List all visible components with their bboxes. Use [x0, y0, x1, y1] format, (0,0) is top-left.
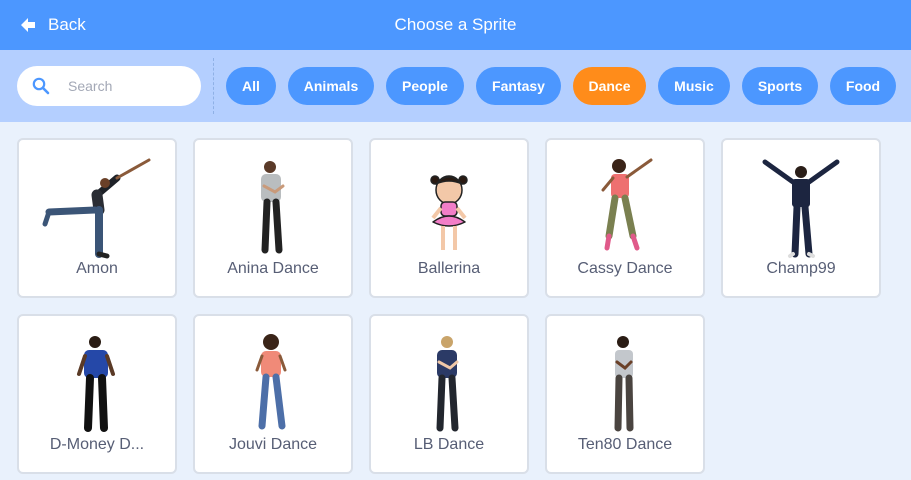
- sprite-name: Ballerina: [417, 260, 481, 277]
- tag-food[interactable]: Food: [830, 67, 896, 105]
- sprite-grid: Amon Anina Dance Ballerina Cassy Dance C…: [17, 138, 881, 474]
- back-button[interactable]: Back: [18, 0, 86, 50]
- search-box[interactable]: [17, 66, 201, 106]
- sprite-card-ten80-dance[interactable]: Ten80 Dance: [545, 314, 705, 474]
- filter-bar: All Animals People Fantasy Dance Music S…: [0, 50, 911, 122]
- tag-all[interactable]: All: [226, 67, 276, 105]
- tag-sports[interactable]: Sports: [742, 67, 818, 105]
- modal-title: Choose a Sprite: [394, 15, 517, 34]
- sprite-card-amon[interactable]: Amon: [17, 138, 177, 298]
- search-icon: [32, 77, 50, 95]
- back-arrow-icon: [21, 18, 35, 32]
- sprite-name: LB Dance: [413, 436, 485, 453]
- sprite-card-champ99[interactable]: Champ99: [721, 138, 881, 298]
- sprite-thumbnail: [762, 159, 840, 258]
- sprite-name: Champ99: [766, 260, 836, 277]
- sprite-name: Ten80 Dance: [577, 436, 673, 453]
- sprite-card-ballerina[interactable]: Ballerina: [369, 138, 529, 298]
- tag-people[interactable]: People: [386, 67, 464, 105]
- sprite-card-jouvi-dance[interactable]: Jouvi Dance: [193, 314, 353, 474]
- tag-music[interactable]: Music: [658, 67, 730, 105]
- sprite-thumbnail: [261, 161, 285, 254]
- search-input[interactable]: [68, 78, 188, 94]
- sprite-thumbnail: [77, 336, 115, 432]
- sprite-name: D-Money D...: [49, 436, 145, 453]
- sprite-card-d-money-dance[interactable]: D-Money D...: [17, 314, 177, 474]
- sprite-card-cassy-dance[interactable]: Cassy Dance: [545, 138, 705, 298]
- sprite-card-lb-dance[interactable]: LB Dance: [369, 314, 529, 474]
- modal-header: Back Choose a Sprite: [0, 0, 911, 50]
- tag-fantasy[interactable]: Fantasy: [476, 67, 561, 105]
- sprite-thumbnail: [614, 336, 634, 432]
- sprite-name: Anina Dance: [227, 260, 319, 277]
- sprite-card-anina-dance[interactable]: Anina Dance: [193, 138, 353, 298]
- sprite-thumbnail: [436, 336, 459, 432]
- sprite-thumbnail: [42, 158, 151, 259]
- sprite-thumbnail: [601, 158, 653, 251]
- sprite-name: Cassy Dance: [577, 260, 673, 277]
- tag-animals[interactable]: Animals: [288, 67, 374, 105]
- filter-divider: [213, 58, 214, 114]
- tag-dance[interactable]: Dance: [573, 67, 646, 105]
- sprite-thumbnail: [255, 334, 287, 430]
- tag-list: All Animals People Fantasy Dance Music S…: [226, 67, 896, 105]
- sprite-name: Amon: [76, 260, 118, 277]
- sprite-name: Jouvi Dance: [228, 436, 318, 453]
- back-label: Back: [48, 15, 86, 34]
- sprite-thumbnail: [430, 175, 468, 250]
